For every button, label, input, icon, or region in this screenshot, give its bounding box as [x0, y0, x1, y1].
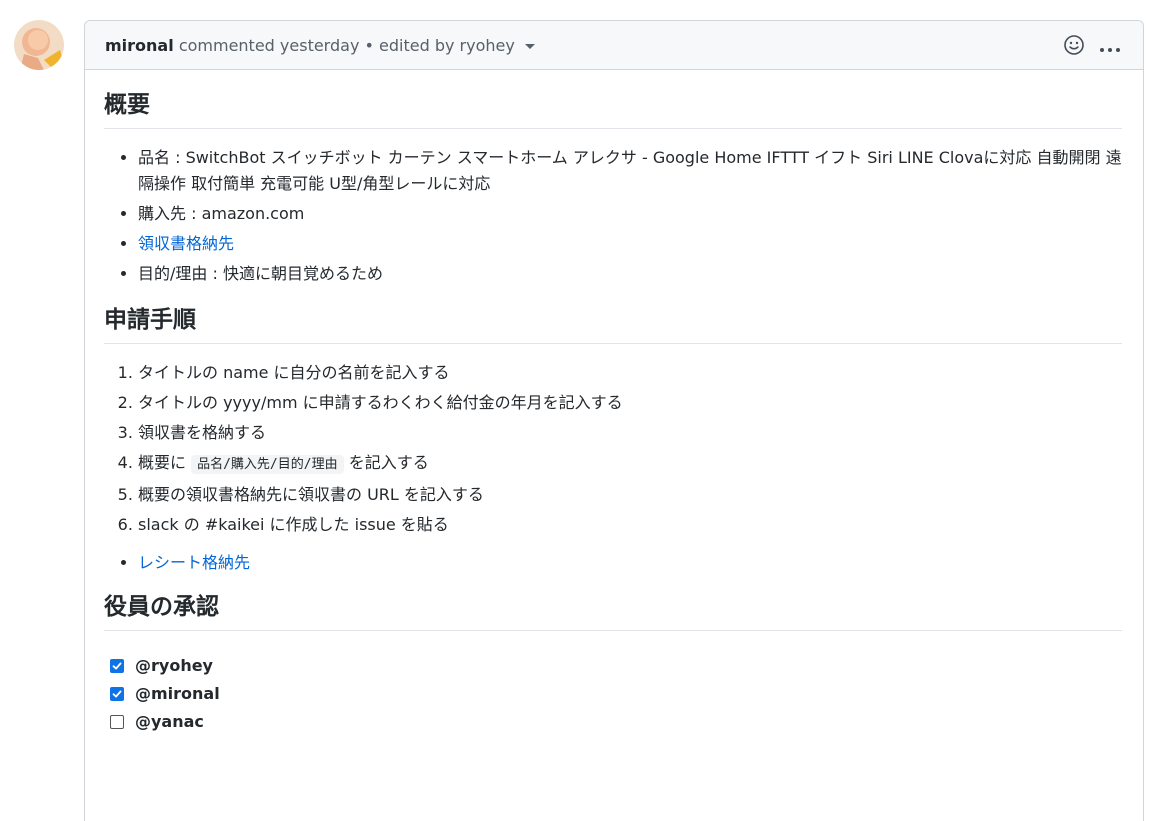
task-item: @yanac: [110, 709, 1122, 735]
overview-list: 品名 : SwitchBot スイッチボット カーテン スマートホーム アレクサ…: [104, 145, 1122, 287]
receipt-folder-link[interactable]: レシート格納先: [138, 553, 250, 572]
list-item: 目的/理由 : 快適に朝目覚めるため: [138, 261, 1122, 287]
avatar[interactable]: [14, 20, 64, 70]
comment-meta: mironal commented yesterday • edited by …: [105, 36, 535, 55]
step-text: を記入する: [348, 453, 429, 472]
kebab-horizontal-icon[interactable]: [1099, 38, 1121, 57]
step-item: タイトルの name に自分の名前を記入する: [138, 360, 1122, 386]
receipt-folder-list: レシート格納先: [104, 550, 1122, 576]
checkbox-checked[interactable]: [110, 687, 124, 701]
list-item: レシート格納先: [138, 550, 1122, 576]
procedure-steps: タイトルの name に自分の名前を記入する タイトルの yyyy/mm に申請…: [104, 360, 1122, 538]
comment-meta-text[interactable]: commented yesterday • edited by ryohey: [179, 36, 515, 55]
step-text: 概要に: [138, 453, 187, 472]
step-item: slack の #kaikei に作成した issue を貼る: [138, 512, 1122, 538]
step-item: タイトルの yyyy/mm に申請するわくわく給付金の年月を記入する: [138, 390, 1122, 416]
user-mention[interactable]: @ryohey: [135, 653, 213, 679]
step-item: 領収書を格納する: [138, 420, 1122, 446]
task-item: @ryohey: [110, 653, 1122, 679]
checkbox-checked[interactable]: [110, 659, 124, 673]
triangle-down-icon[interactable]: [524, 44, 535, 49]
checkbox-unchecked[interactable]: [110, 715, 124, 729]
approval-task-list: @ryohey @mironal @yanac: [104, 653, 1122, 735]
section-heading-approval: 役員の承認: [104, 594, 1122, 631]
list-item: 領収書格納先: [138, 231, 1122, 257]
receipt-storage-link[interactable]: 領収書格納先: [138, 234, 234, 253]
user-mention[interactable]: @yanac: [135, 709, 204, 735]
smiley-icon[interactable]: [1063, 34, 1085, 60]
list-item: 購入先 : amazon.com: [138, 201, 1122, 227]
author-link[interactable]: mironal: [105, 36, 174, 55]
comment-body: 概要 品名 : SwitchBot スイッチボット カーテン スマートホーム ア…: [104, 92, 1122, 737]
section-heading-overview: 概要: [104, 92, 1122, 129]
comment-header: mironal commented yesterday • edited by …: [85, 21, 1143, 70]
list-item: 品名 : SwitchBot スイッチボット カーテン スマートホーム アレクサ…: [138, 145, 1122, 197]
section-heading-procedure: 申請手順: [104, 307, 1122, 344]
step-item: 概要の領収書格納先に領収書の URL を記入する: [138, 482, 1122, 508]
user-mention[interactable]: @mironal: [135, 681, 220, 707]
task-item: @mironal: [110, 681, 1122, 707]
step-item: 概要に 品名/購入先/目的/理由 を記入する: [138, 450, 1122, 478]
inline-code: 品名/購入先/目的/理由: [191, 455, 344, 474]
